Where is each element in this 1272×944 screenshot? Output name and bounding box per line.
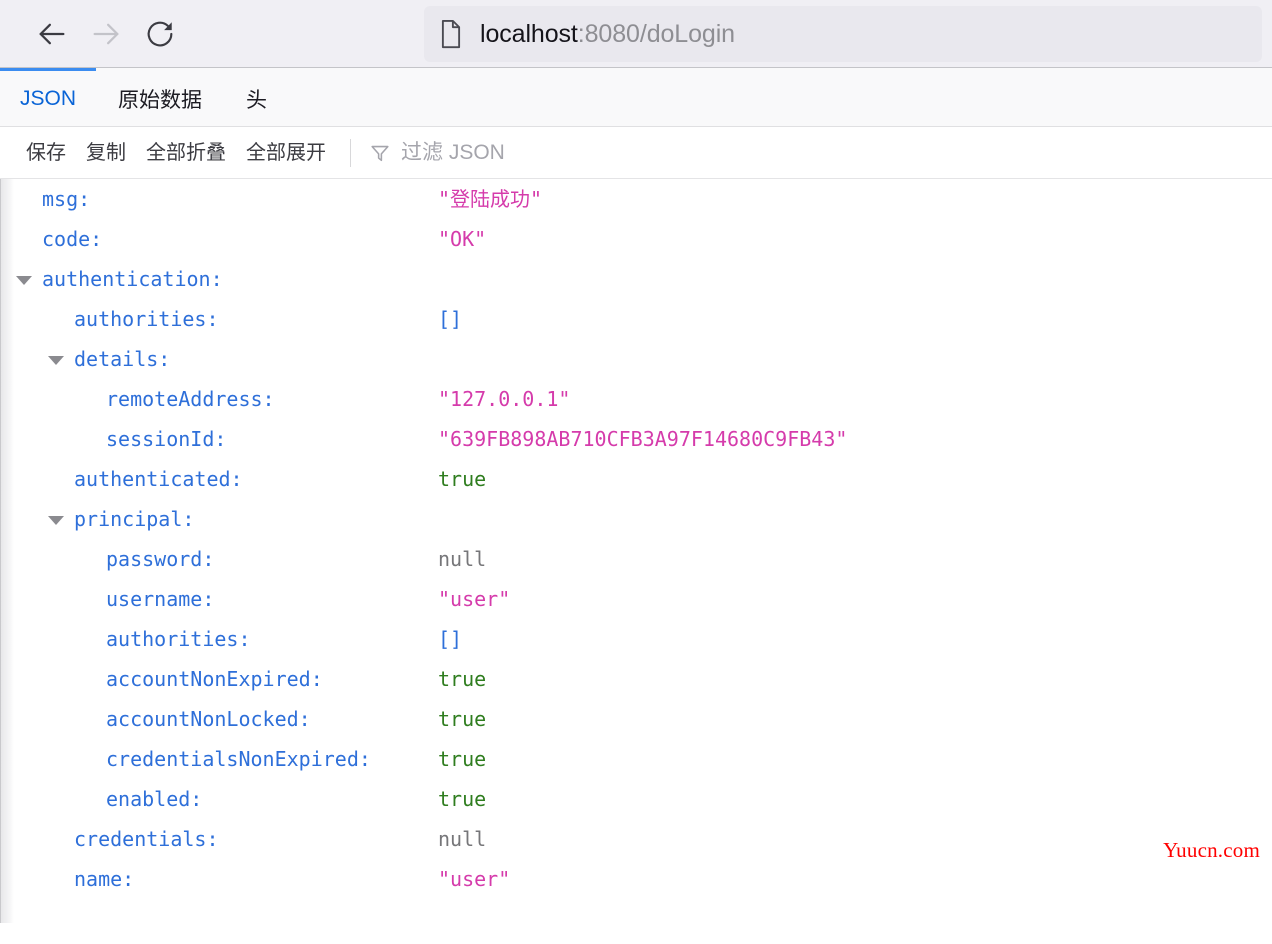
json-key: credentials: <box>74 827 219 851</box>
json-row[interactable]: authorities: [] <box>0 619 1272 659</box>
json-key: authentication: <box>42 267 223 291</box>
json-row[interactable]: details: <box>0 339 1272 379</box>
json-toolbar: 保存 复制 全部折叠 全部展开 <box>0 127 1272 179</box>
back-arrow-icon <box>35 17 69 51</box>
json-value: "登陆成功" <box>438 187 543 211</box>
tab-headers[interactable]: 头 <box>224 68 289 126</box>
copy-button[interactable]: 复制 <box>76 143 136 163</box>
json-key: authorities: <box>74 307 219 331</box>
json-value: [] <box>438 307 463 331</box>
page-document-icon <box>438 19 464 49</box>
json-value: true <box>438 787 487 811</box>
json-row[interactable]: msg: "登陆成功" <box>0 179 1272 219</box>
json-value: true <box>438 467 487 491</box>
filter-json-input[interactable] <box>401 140 1272 165</box>
navigation-buttons <box>32 14 180 54</box>
json-value: null <box>438 827 487 851</box>
json-key: code: <box>42 227 103 251</box>
json-key: name: <box>74 867 135 891</box>
json-key: remoteAddress: <box>106 387 275 411</box>
json-row-list: msg: "登陆成功" code: "OK" authentication: author… <box>0 179 1272 899</box>
browser-chrome: localhost:8080/doLogin <box>0 0 1272 68</box>
filter-json-field[interactable] <box>361 134 1272 171</box>
json-key: details: <box>74 347 171 371</box>
watermark: Yuucn.com <box>1163 838 1260 862</box>
json-row[interactable]: authentication: <box>0 259 1272 299</box>
json-row[interactable]: enabled: true <box>0 779 1272 819</box>
json-row[interactable]: username: "user" <box>0 579 1272 619</box>
json-value: "127.0.0.1" <box>438 387 571 411</box>
address-bar[interactable]: localhost:8080/doLogin <box>424 6 1262 62</box>
json-row[interactable]: credentials: null <box>0 819 1272 859</box>
collapse-all-button[interactable]: 全部折叠 <box>136 143 236 163</box>
json-key: enabled: <box>106 787 203 811</box>
json-row[interactable]: credentialsNonExpired: true <box>0 739 1272 779</box>
json-key: sessionId: <box>106 427 227 451</box>
json-value: true <box>438 747 487 771</box>
json-row[interactable]: name: "user" <box>0 859 1272 899</box>
json-value: true <box>438 707 487 731</box>
json-value: "639FB898AB710CFB3A97F14680C9FB43" <box>438 427 848 451</box>
forward-arrow-icon <box>89 17 123 51</box>
forward-button[interactable] <box>86 14 126 54</box>
json-key: msg: <box>42 187 91 211</box>
toolbar-divider <box>350 138 351 167</box>
url-path: :8080/doLogin <box>577 19 735 48</box>
tab-json[interactable]: JSON <box>0 68 97 126</box>
filter-funnel-icon <box>369 142 391 164</box>
reload-icon <box>144 18 176 50</box>
json-row[interactable]: accountNonExpired: true <box>0 659 1272 699</box>
json-key: authenticated: <box>74 467 243 491</box>
json-row[interactable]: sessionId: "639FB898AB710CFB3A97F14680C9F… <box>0 419 1272 459</box>
json-value: "user" <box>438 867 511 891</box>
json-row[interactable]: authenticated: true <box>0 459 1272 499</box>
json-value: "user" <box>438 587 511 611</box>
address-bar-text: localhost:8080/doLogin <box>480 20 735 49</box>
save-button[interactable]: 保存 <box>16 143 76 163</box>
json-key: accountNonLocked: <box>106 707 311 731</box>
expand-collapse-triangle-icon[interactable] <box>48 356 64 365</box>
expand-collapse-triangle-icon[interactable] <box>48 516 64 525</box>
json-row[interactable]: password: null <box>0 539 1272 579</box>
url-host: localhost <box>480 19 578 48</box>
expand-all-button[interactable]: 全部展开 <box>236 143 336 163</box>
json-key: credentialsNonExpired: <box>106 747 371 771</box>
json-row[interactable]: code: "OK" <box>0 219 1272 259</box>
back-button[interactable] <box>32 14 72 54</box>
json-value: "OK" <box>438 227 487 251</box>
json-key: password: <box>106 547 215 571</box>
devtools-tab-bar: JSON 原始数据 头 <box>0 68 1272 127</box>
json-value: [] <box>438 627 463 651</box>
json-viewer-panel: msg: "登陆成功" code: "OK" authentication: author… <box>0 179 1272 923</box>
json-key: principal: <box>74 507 195 531</box>
json-key: username: <box>106 587 215 611</box>
reload-button[interactable] <box>140 14 180 54</box>
json-row[interactable]: authorities: [] <box>0 299 1272 339</box>
json-value: null <box>438 547 487 571</box>
json-row[interactable]: remoteAddress: "127.0.0.1" <box>0 379 1272 419</box>
tab-raw-data[interactable]: 原始数据 <box>96 68 224 126</box>
json-key: authorities: <box>106 627 251 651</box>
json-row[interactable]: principal: <box>0 499 1272 539</box>
json-key: accountNonExpired: <box>106 667 323 691</box>
json-value: true <box>438 667 487 691</box>
json-row[interactable]: accountNonLocked: true <box>0 699 1272 739</box>
expand-collapse-triangle-icon[interactable] <box>16 276 32 285</box>
